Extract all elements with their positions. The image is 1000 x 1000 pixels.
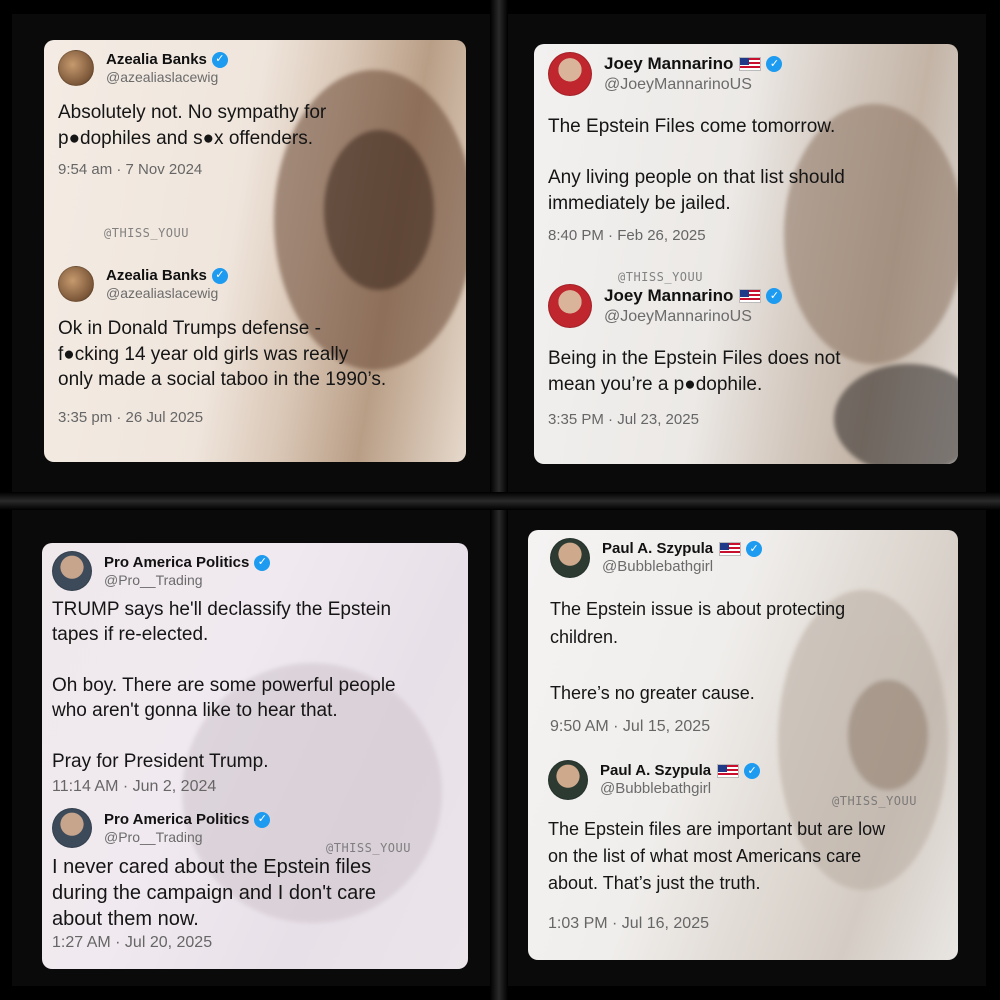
tweet-timestamp[interactable]: 1:03 PM · Jul 16, 2025 <box>548 915 944 933</box>
tweet-card: Pro America Politics ✓ @Pro__Trading TRU… <box>42 543 468 969</box>
verified-badge-icon: ✓ <box>766 56 783 73</box>
author-handle[interactable]: @JoeyMannarinoUS <box>604 75 782 94</box>
tweet-timestamp[interactable]: 1:27 AM · Jul 20, 2025 <box>52 934 454 952</box>
verified-badge-icon: ✓ <box>766 288 783 305</box>
author-name[interactable]: Paul A. Szypula <box>602 540 713 558</box>
avatar[interactable] <box>52 551 92 591</box>
tweet[interactable]: Paul A. Szypula ✓ @Bubblebathgirl The Ep… <box>548 760 944 933</box>
us-flag-icon <box>739 289 762 304</box>
avatar[interactable] <box>548 284 592 328</box>
tweet-text: TRUMP says he'll declassify the Epstein … <box>52 599 396 772</box>
author-name[interactable]: Joey Mannarino <box>604 286 733 306</box>
tweet[interactable]: Azealia Banks ✓ @azealiaslacewig Absolut… <box>58 50 452 178</box>
us-flag-icon <box>717 764 740 778</box>
tweet[interactable]: Joey Mannarino ✓ @JoeyMannarinoUS Being … <box>548 284 944 428</box>
tweet-text: Being in the Epstein Files does not mean… <box>548 348 841 395</box>
avatar[interactable] <box>550 538 590 578</box>
watermark: @THISS_YOUU <box>618 270 703 284</box>
tweet-card: Paul A. Szypula ✓ @Bubblebathgirl The Ep… <box>528 530 958 960</box>
tweet[interactable]: Pro America Politics ✓ @Pro__Trading TRU… <box>52 551 454 796</box>
avatar[interactable] <box>548 52 592 96</box>
author-handle[interactable]: @JoeyMannarinoUS <box>604 307 782 326</box>
tweet[interactable]: Paul A. Szypula ✓ @Bubblebathgirl The Ep… <box>550 538 944 736</box>
tweet-timestamp[interactable]: 3:35 PM · Jul 23, 2025 <box>548 411 944 428</box>
author-handle[interactable]: @Bubblebathgirl <box>602 558 762 576</box>
tweet-text: Ok in Donald Trumps defense - f●cking 14… <box>58 318 387 391</box>
watermark: @THISS_YOUU <box>326 841 411 855</box>
author-handle[interactable]: @Pro__Trading <box>104 572 270 589</box>
verified-badge-icon: ✓ <box>744 763 761 779</box>
verified-badge-icon: ✓ <box>211 267 228 284</box>
panel-pro-america-politics: Pro America Politics ✓ @Pro__Trading TRU… <box>12 510 490 986</box>
tweet-timestamp[interactable]: 3:35 pm · 26 Jul 2025 <box>58 409 452 426</box>
tweet-text: I never cared about the Epstein files du… <box>52 856 377 930</box>
watermark: @THISS_YOUU <box>104 226 189 240</box>
tweet-card: Joey Mannarino ✓ @JoeyMannarinoUS The Ep… <box>534 44 958 464</box>
tweet-timestamp[interactable]: 11:14 AM · Jun 2, 2024 <box>52 778 454 796</box>
tweet-text: The Epstein files are important but are … <box>548 819 886 893</box>
verified-badge-icon: ✓ <box>254 811 271 828</box>
author-name[interactable]: Joey Mannarino <box>604 54 733 74</box>
tweet[interactable]: Joey Mannarino ✓ @JoeyMannarinoUS The Ep… <box>548 52 944 244</box>
tweet-text: Absolutely not. No sympathy for p●dophil… <box>58 102 327 149</box>
panel-joey-mannarino: Joey Mannarino ✓ @JoeyMannarinoUS The Ep… <box>508 14 986 492</box>
tweet-card: Azealia Banks ✓ @azealiaslacewig Absolut… <box>44 40 466 462</box>
tweet-timestamp[interactable]: 9:50 AM · Jul 15, 2025 <box>550 718 944 736</box>
watermark: @THISS_YOUU <box>832 794 917 808</box>
tweet-timestamp[interactable]: 9:54 am · 7 Nov 2024 <box>58 161 452 178</box>
panel-paul-szypula: Paul A. Szypula ✓ @Bubblebathgirl The Ep… <box>508 510 986 986</box>
horizontal-divider <box>0 492 1000 510</box>
tweet[interactable]: Azealia Banks ✓ @azealiaslacewig Ok in D… <box>58 266 452 426</box>
verified-badge-icon: ✓ <box>211 51 228 68</box>
author-name[interactable]: Pro America Politics <box>104 554 249 572</box>
author-handle[interactable]: @azealiaslacewig <box>106 69 228 86</box>
tweet-text: The Epstein issue is about protecting ch… <box>550 599 846 703</box>
verified-badge-icon: ✓ <box>746 541 763 557</box>
us-flag-icon <box>719 542 742 556</box>
tweet-timestamp[interactable]: 8:40 PM · Feb 26, 2025 <box>548 227 944 244</box>
tweet[interactable]: Pro America Politics ✓ @Pro__Trading I n… <box>52 808 454 952</box>
panel-azealia-banks: Azealia Banks ✓ @azealiaslacewig Absolut… <box>12 14 490 492</box>
tweet-text: The Epstein Files come tomorrow. Any liv… <box>548 116 845 214</box>
us-flag-icon <box>739 57 762 72</box>
author-name[interactable]: Azealia Banks <box>106 267 207 285</box>
author-name[interactable]: Azealia Banks <box>106 51 207 69</box>
author-name[interactable]: Pro America Politics <box>104 811 249 829</box>
author-handle[interactable]: @Bubblebathgirl <box>600 780 760 798</box>
author-name[interactable]: Paul A. Szypula <box>600 762 711 780</box>
avatar[interactable] <box>548 760 588 800</box>
avatar[interactable] <box>58 50 94 86</box>
author-handle[interactable]: @Pro__Trading <box>104 829 270 846</box>
verified-badge-icon: ✓ <box>254 554 271 571</box>
avatar[interactable] <box>52 808 92 848</box>
author-handle[interactable]: @azealiaslacewig <box>106 285 228 302</box>
avatar[interactable] <box>58 266 94 302</box>
